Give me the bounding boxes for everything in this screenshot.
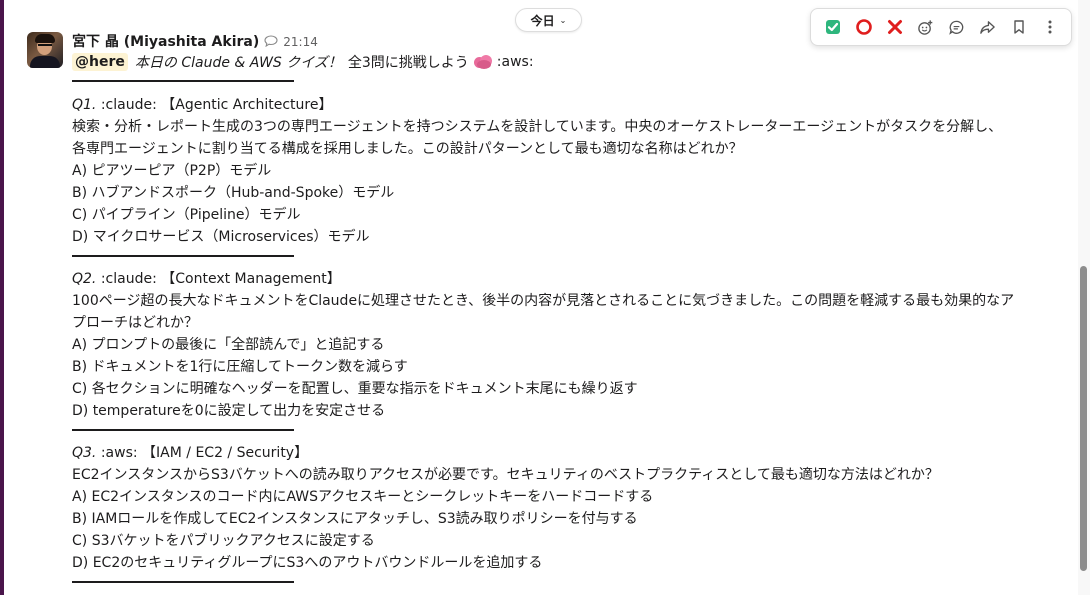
answer-option: C) S3バケットをパブリックアクセスに設定する: [72, 533, 375, 549]
answer-option: B) ハブアンドスポーク（Hub-and-Spoke）モデル: [72, 185, 395, 201]
avatar[interactable]: [27, 32, 63, 68]
answer-option: A) プロンプトの最後に「全部読んで」と追記する: [72, 337, 385, 353]
question-heading: Q2. :claude: 【Context Management】: [72, 271, 341, 287]
answer-option: D) EC2のセキュリティグループにS3へのアウトバウンドルールを追加する: [72, 555, 543, 571]
divider: [72, 80, 294, 82]
answer-option: C) 各セクションに明確なヘッダーを配置し、重要な指示をドキュメント末尾にも繰り…: [72, 381, 638, 397]
intro-text: 全3問に挑戦しよう: [347, 55, 469, 71]
question-body-line: EC2インスタンスからS3バケットへの読み取りアクセスが必要です。セキュリティの…: [72, 467, 939, 483]
answer-option: C) パイプライン（Pipeline）モデル: [72, 207, 301, 223]
answer-option: B) ドキュメントを1行に圧縮してトークン数を減らす: [72, 359, 408, 375]
brain-emoji-icon: [473, 54, 494, 70]
sender-name[interactable]: 宮下 晶 (Miyashita Akira): [72, 31, 259, 51]
divider: [72, 429, 294, 431]
reply-thread-icon[interactable]: [941, 12, 972, 42]
more-icon[interactable]: [1034, 12, 1065, 42]
date-divider-label: 今日: [530, 13, 555, 28]
chevron-down-icon: ⌄: [559, 15, 567, 25]
bookmark-icon[interactable]: [1003, 12, 1034, 42]
answer-option: A) ピアツーピア（P2P）モデル: [72, 163, 272, 179]
here-mention[interactable]: @here: [72, 53, 128, 71]
circle-icon[interactable]: [848, 12, 879, 42]
intro-title: 本日の Claude & AWS クイズ！: [134, 55, 342, 71]
answer-option: D) temperatureを0に設定して出力を安定させる: [72, 403, 386, 419]
add-reaction-icon[interactable]: [910, 12, 941, 42]
share-icon[interactable]: [972, 12, 1003, 42]
x-icon[interactable]: [879, 12, 910, 42]
speech-bubble-icon: [264, 32, 278, 48]
question-heading: Q3. :aws: 【IAM / EC2 / Security】: [72, 445, 309, 461]
aws-emoji-code: :aws:: [496, 54, 534, 70]
channel-accent-rail: [0, 0, 4, 595]
question-body-line: 検索・分析・レポート生成の3つの専門エージェントを持つシステムを設計しています。…: [72, 119, 1003, 135]
divider: [72, 581, 294, 583]
date-divider-button[interactable]: 今日 ⌄: [515, 8, 582, 32]
message-header: 宮下 晶 (Miyashita Akira) 21:14: [72, 31, 318, 51]
question-body-line: プローチはどれか？: [72, 315, 198, 331]
scrollbar-thumb[interactable]: [1080, 266, 1087, 571]
timestamp[interactable]: 21:14: [283, 35, 318, 49]
question-body-line: 各専門エージェントに割り当てる構成を採用しました。この設計パターンとして最も適切…: [72, 141, 743, 157]
message-actions-toolbar: [810, 8, 1072, 46]
intro-line: @here 本日の Claude & AWS クイズ！ 全3問に挑戦しよう :a…: [72, 52, 534, 72]
question-body-line: 100ページ超の長大なドキュメントをClaudeに処理させたとき、後半の内容が見…: [72, 293, 1015, 309]
divider: [72, 255, 294, 257]
question-heading: Q1. :claude: 【Agentic Architecture】: [72, 97, 333, 113]
answer-option: D) マイクロサービス（Microservices）モデル: [72, 229, 370, 245]
answer-option: A) EC2インスタンスのコード内にAWSアクセスキーとシークレットキーをハード…: [72, 489, 654, 505]
check-icon[interactable]: [817, 12, 848, 42]
answer-option: B) IAMロールを作成してEC2インスタンスにアタッチし、S3読み取りポリシー…: [72, 511, 638, 527]
